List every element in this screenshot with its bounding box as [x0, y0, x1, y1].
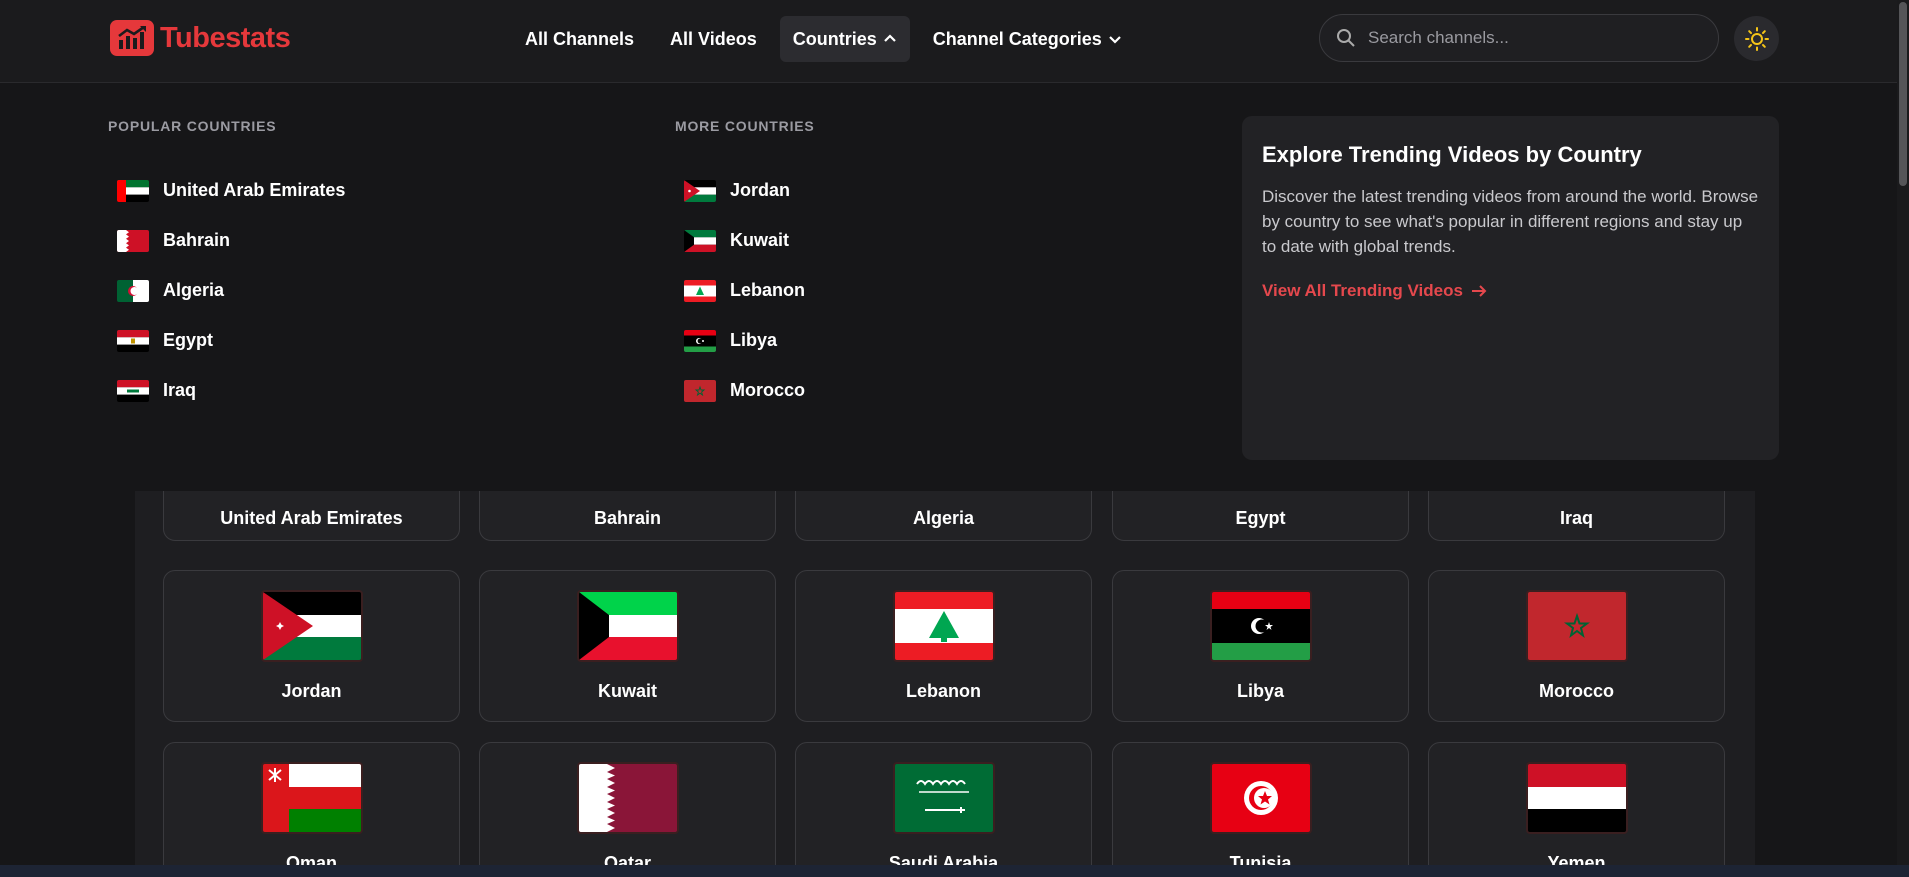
- uae-flag-icon: [117, 179, 149, 202]
- yemen-flag: [1526, 762, 1628, 834]
- dropdown-country-label: Jordan: [730, 180, 791, 200]
- country-card-name: Jordan: [281, 681, 342, 701]
- morocco-flag: [1526, 590, 1628, 662]
- nav-channel-categories-label: Channel Categories: [932, 28, 1102, 49]
- country-card-name: Libya: [1236, 681, 1284, 701]
- lebanon-flag: [893, 590, 995, 662]
- brand-name: Tubestats: [160, 21, 291, 54]
- dropdown-country-label: Kuwait: [730, 230, 790, 250]
- scrollbar-thumb[interactable]: [1899, 2, 1907, 186]
- dropdown-country-label: Lebanon: [730, 280, 805, 300]
- morocco-flag-icon: [684, 379, 716, 402]
- dropdown-country-morocco[interactable]: Morocco: [675, 358, 815, 423]
- country-card[interactable]: Tunisia: [1112, 742, 1409, 877]
- view-all-trending-link[interactable]: View All Trending Videos: [1262, 281, 1759, 301]
- qatar-flag: [577, 762, 679, 834]
- os-taskbar: [0, 865, 1909, 877]
- country-card-name: Algeria: [912, 508, 975, 528]
- country-card[interactable]: Lebanon: [795, 570, 1092, 722]
- dropdown-country-label: Iraq: [163, 380, 197, 400]
- view-all-trending-label: View All Trending Videos: [1262, 281, 1463, 300]
- popular-countries-column: POPULAR COUNTRIES United Arab Emirates B…: [108, 118, 345, 423]
- dropdown-country-label: Libya: [730, 330, 778, 350]
- search-box[interactable]: [1319, 14, 1719, 62]
- country-card-name: Morocco: [1538, 681, 1614, 701]
- country-card-name: Egypt: [1235, 508, 1286, 528]
- dropdown-country-label: Algeria: [163, 280, 225, 300]
- bahrain-flag-icon: [117, 229, 149, 252]
- dropdown-country-iraq[interactable]: Iraq: [108, 358, 345, 423]
- popular-countries-heading: POPULAR COUNTRIES: [108, 118, 277, 134]
- tunisia-flag: [1210, 762, 1312, 834]
- nav-countries[interactable]: Countries: [779, 16, 910, 62]
- dropdown-country-label: Bahrain: [163, 230, 231, 250]
- kuwait-flag-icon: [684, 229, 716, 252]
- dropdown-country-label: United Arab Emirates: [163, 180, 346, 200]
- sun-icon: [1744, 26, 1769, 51]
- country-card-name: Kuwait: [597, 681, 657, 701]
- jordan-flag-icon: [684, 179, 716, 202]
- nav-all-videos-label: All Videos: [670, 28, 757, 49]
- egypt-flag-icon: [117, 329, 149, 352]
- country-card[interactable]: Oman: [163, 742, 460, 877]
- algeria-flag-icon: [117, 279, 149, 302]
- page: Tubestats All Channels All Videos Countr…: [0, 0, 1909, 877]
- nav-all-videos[interactable]: All Videos: [657, 16, 770, 62]
- more-countries-heading: MORE COUNTRIES: [675, 118, 815, 134]
- nav-all-channels[interactable]: All Channels: [512, 16, 647, 62]
- country-card[interactable]: Morocco: [1428, 570, 1725, 722]
- theme-toggle-button[interactable]: [1734, 16, 1779, 61]
- country-grid: United Arab Emirates Bahrain Algeria Egy…: [135, 451, 1755, 877]
- kuwait-flag: [577, 590, 679, 662]
- arrow-right-icon: [1471, 285, 1487, 297]
- libya-flag-icon: [684, 329, 716, 352]
- country-card-name: United Arab Emirates: [220, 508, 403, 528]
- country-card[interactable]: Yemen: [1428, 742, 1725, 877]
- nav-countries-label: Countries: [792, 28, 877, 49]
- country-card-name: Iraq: [1559, 508, 1593, 528]
- top-header: Tubestats All Channels All Videos Countr…: [0, 0, 1897, 83]
- iraq-flag-icon: [117, 379, 149, 402]
- countries-dropdown: POPULAR COUNTRIES United Arab Emirates B…: [0, 84, 1897, 491]
- more-countries-column: MORE COUNTRIES Jordan Kuwait Lebanon Lib…: [675, 118, 815, 423]
- dropdown-country-label: Egypt: [163, 330, 214, 350]
- country-card[interactable]: Jordan: [163, 570, 460, 722]
- nav-all-channels-label: All Channels: [525, 28, 635, 49]
- country-card[interactable]: Qatar: [479, 742, 776, 877]
- saudi-arabia-flag: [893, 762, 995, 834]
- main-nav: All Channels All Videos Countries Channe…: [512, 16, 1135, 62]
- trending-promo-card: Explore Trending Videos by Country Disco…: [1242, 116, 1779, 460]
- chart-trend-icon: [110, 20, 154, 56]
- lebanon-flag-icon: [684, 279, 716, 302]
- oman-flag: [261, 762, 363, 834]
- country-card-name: Bahrain: [593, 508, 662, 528]
- promo-description: Discover the latest trending videos from…: [1262, 187, 1759, 256]
- jordan-flag: [261, 590, 363, 662]
- country-card[interactable]: Kuwait: [479, 570, 776, 722]
- brand-logo[interactable]: Tubestats: [110, 20, 291, 56]
- search-input[interactable]: [1368, 28, 1698, 48]
- dropdown-country-label: Morocco: [730, 380, 806, 400]
- search-icon: [1337, 29, 1355, 47]
- chevron-up-icon: [883, 34, 896, 42]
- country-card-name: Lebanon: [906, 681, 981, 701]
- country-card[interactable]: Libya: [1112, 570, 1409, 722]
- chevron-down-icon: [1109, 36, 1121, 44]
- promo-title: Explore Trending Videos by Country: [1262, 142, 1642, 167]
- page-scrollbar[interactable]: [1897, 0, 1909, 877]
- libya-flag: [1210, 590, 1312, 662]
- nav-channel-categories[interactable]: Channel Categories: [920, 16, 1135, 62]
- country-card[interactable]: Saudi Arabia: [795, 742, 1092, 877]
